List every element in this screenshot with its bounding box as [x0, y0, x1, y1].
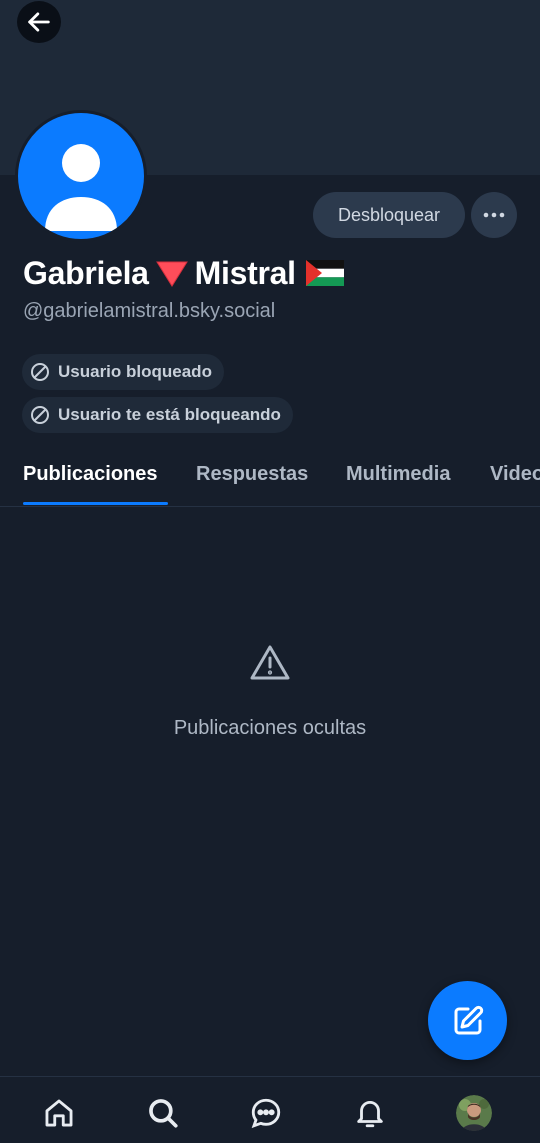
active-tab-indicator [23, 502, 168, 505]
profile-avatar-icon [456, 1095, 492, 1131]
display-name-part2: Mistral [194, 254, 296, 291]
empty-state-message: Publicaciones ocultas [173, 717, 367, 739]
back-button[interactable] [17, 1, 61, 43]
search-icon [149, 1099, 178, 1128]
nav-home[interactable] [41, 1095, 77, 1131]
nav-chat[interactable] [248, 1095, 284, 1131]
block-icon [31, 406, 49, 424]
tab-publicaciones[interactable]: Publicaciones [23, 463, 158, 486]
profile-avatar[interactable] [15, 110, 147, 242]
bottom-navigation [0, 1076, 540, 1143]
nav-notifications[interactable] [352, 1095, 388, 1131]
warning-icon [250, 645, 290, 680]
display-name-part1: Gabriela [23, 254, 149, 291]
chat-icon [251, 1098, 281, 1129]
nav-search[interactable] [145, 1095, 181, 1131]
unblock-button[interactable]: Desbloquear [313, 192, 465, 238]
badge-label: Usuario te está bloqueando [58, 405, 281, 424]
red-triangle-emoji-icon [155, 261, 188, 287]
profile-screen: Desbloquear Gabriela Mistral @gabrielami… [0, 0, 540, 1143]
display-name: Gabriela Mistral [23, 251, 344, 295]
default-user-avatar-icon [45, 144, 117, 231]
block-icon [31, 363, 49, 381]
tab-multimedia[interactable]: Multimedia [346, 463, 450, 486]
profile-handle: @gabrielamistral.bsky.social [23, 300, 276, 322]
home-icon [45, 1099, 73, 1127]
badge-label: Usuario bloqueado [58, 362, 212, 381]
blocking-you-badge: Usuario te está bloqueando [22, 397, 293, 433]
compose-icon [454, 1005, 483, 1034]
ellipsis-icon [483, 212, 505, 218]
palestine-flag-icon [305, 260, 344, 286]
arrow-left-icon [28, 12, 50, 32]
tab-respuestas[interactable]: Respuestas [196, 463, 308, 486]
bell-icon [357, 1101, 383, 1128]
compose-button[interactable] [428, 981, 507, 1060]
nav-profile[interactable] [456, 1095, 492, 1131]
blocked-user-badge: Usuario bloqueado [22, 354, 224, 390]
profile-tabs: Publicaciones Respuestas Multimedia Vide… [0, 450, 540, 507]
tab-video[interactable]: Video [490, 463, 540, 486]
more-options-button[interactable] [471, 192, 517, 238]
